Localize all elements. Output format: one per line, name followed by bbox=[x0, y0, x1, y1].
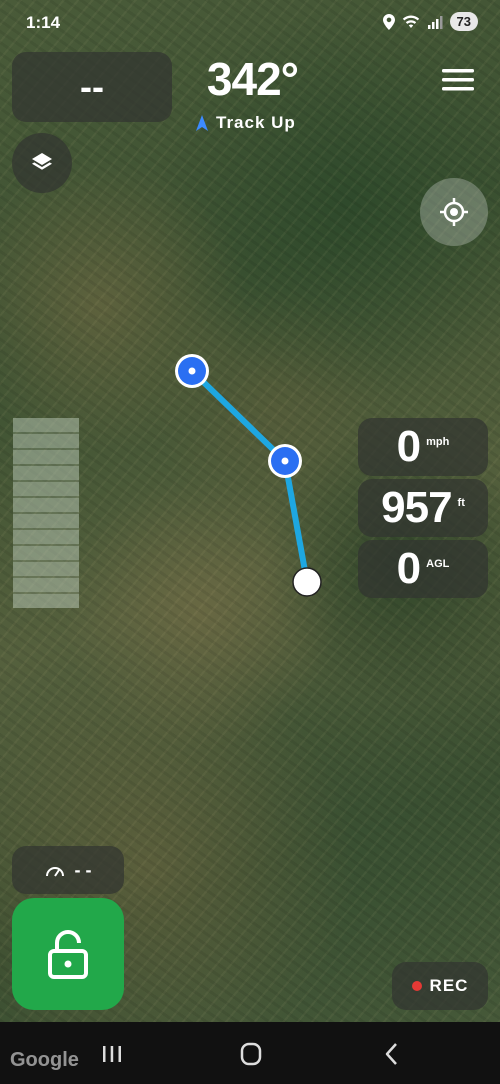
groundspeed-unit: mph bbox=[426, 436, 450, 448]
heading-display: 342° bbox=[206, 53, 299, 105]
lock-icon bbox=[48, 930, 88, 979]
battery-indicator: 73 bbox=[449, 12, 478, 31]
gauge-value: - - bbox=[74, 859, 92, 880]
lock-button[interactable] bbox=[12, 898, 124, 1010]
location-icon bbox=[382, 13, 395, 30]
orientation-toggle[interactable]: Track Up bbox=[196, 113, 296, 133]
groundspeed-value: 0 bbox=[396, 422, 422, 471]
altitude-value: 957 bbox=[381, 483, 452, 532]
waypoint-2[interactable] bbox=[268, 444, 302, 478]
current-position-marker bbox=[292, 567, 322, 597]
crosshair-icon bbox=[440, 198, 468, 226]
status-icons: 73 bbox=[382, 12, 478, 31]
record-dot-icon bbox=[411, 981, 422, 991]
gauge-readout[interactable]: - - bbox=[12, 846, 124, 894]
menu-icon[interactable] bbox=[440, 62, 476, 98]
groundspeed-readout: 0 mph bbox=[358, 418, 488, 476]
layers-button[interactable] bbox=[12, 133, 72, 193]
record-label: REC bbox=[429, 976, 469, 995]
waypoint-1[interactable] bbox=[175, 354, 209, 388]
speed-display[interactable]: -- bbox=[12, 52, 172, 122]
speed-value: -- bbox=[80, 66, 104, 107]
locate-me-button[interactable] bbox=[420, 178, 488, 246]
nav-home-icon[interactable] bbox=[231, 1038, 271, 1070]
nav-recents-icon[interactable] bbox=[92, 1038, 132, 1070]
nav-back-icon[interactable] bbox=[372, 1038, 412, 1070]
altitude-unit: ft bbox=[457, 497, 465, 509]
layers-icon bbox=[32, 153, 52, 170]
altitude-readout: 957 ft bbox=[358, 479, 488, 537]
signal-icon bbox=[427, 15, 443, 29]
status-bar: 1:14 73 bbox=[0, 0, 500, 44]
agl-unit: AGL bbox=[426, 558, 450, 570]
speedometer-icon bbox=[45, 867, 64, 877]
agl-readout: 0 AGL bbox=[358, 540, 488, 598]
map-attribution: Google bbox=[10, 1049, 79, 1071]
navigation-arrow-icon bbox=[196, 115, 208, 131]
record-button[interactable]: REC bbox=[392, 962, 488, 1010]
altitude-scale-strip bbox=[13, 418, 79, 608]
orientation-mode-label: Track Up bbox=[216, 113, 296, 132]
status-time: 1:14 bbox=[26, 13, 61, 32]
agl-value: 0 bbox=[396, 544, 422, 593]
wifi-icon bbox=[402, 15, 419, 28]
